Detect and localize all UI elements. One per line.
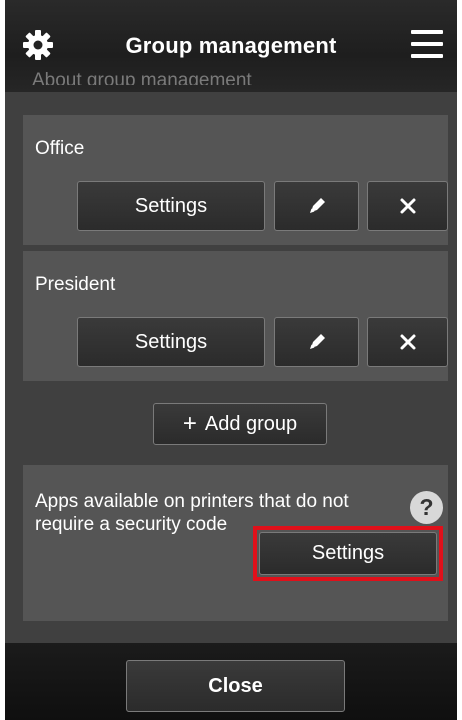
security-code-apps-panel: Apps available on printers that do not r… — [23, 465, 448, 621]
footer-bar: Close — [5, 643, 457, 720]
group-name: Office — [35, 138, 85, 159]
group-settings-button[interactable]: Settings — [77, 317, 265, 367]
group-panel-office: Office Settings — [23, 115, 448, 245]
group-name: President — [35, 274, 116, 295]
highlight-box — [253, 526, 443, 581]
add-group-button[interactable]: + Add group — [153, 403, 327, 445]
help-icon[interactable]: ? — [410, 491, 443, 524]
plus-icon: + — [182, 410, 197, 437]
close-icon — [400, 334, 415, 350]
pencil-icon — [309, 334, 325, 349]
close-icon — [400, 198, 415, 214]
pencil-icon — [309, 198, 325, 213]
edit-group-button[interactable] — [274, 181, 359, 231]
page-title: Group management — [125, 33, 337, 58]
close-button[interactable]: Close — [126, 660, 345, 712]
group-settings-button[interactable]: Settings — [77, 181, 265, 231]
edit-group-button[interactable] — [274, 317, 359, 367]
delete-group-button[interactable] — [367, 317, 448, 367]
delete-group-button[interactable] — [367, 181, 448, 231]
add-group-label: Add group — [204, 412, 298, 435]
hamburger-menu-icon[interactable] — [411, 30, 443, 58]
group-panel-president: President Settings — [23, 251, 448, 381]
phone-screen: Group management About group management … — [5, 0, 457, 720]
